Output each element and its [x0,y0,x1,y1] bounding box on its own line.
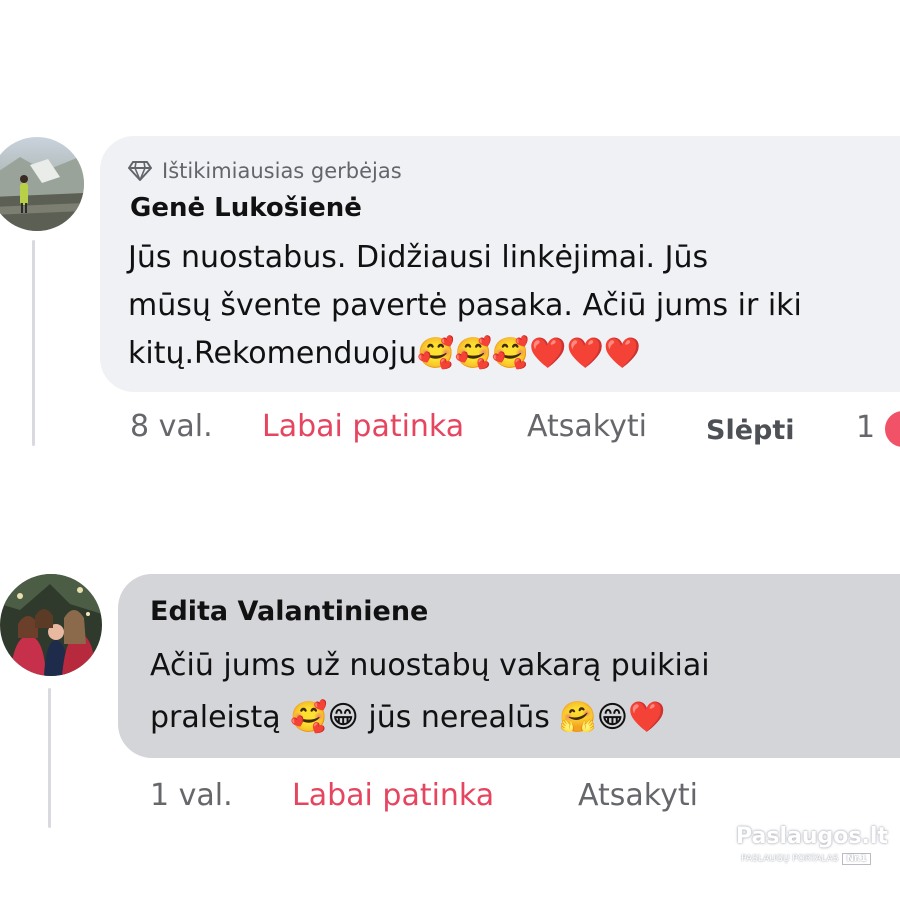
avatar[interactable] [0,574,102,676]
comment-line: mūsų švente pavertė pasaka. Ačiū jums ir… [128,288,802,323]
reply-button[interactable]: Atsakyti [527,405,647,449]
comment-author[interactable]: Genė Lukošienė [130,193,362,223]
comment-line: Jūs nuostabus. Didžiausi linkėjimai. Jūs [128,240,709,275]
comment-text: Ačiū jums už nuostabų vakarą puikiai pra… [150,640,710,744]
timestamp[interactable]: 8 val. [130,405,213,449]
comment-actions: 8 val. Labai patinka Atsakyti Slėpti [0,405,900,449]
comment-author[interactable]: Edita Valantiniene [150,596,428,627]
comments-page: Ištikimiausias gerbėjas Genė Lukošienė J… [0,0,900,900]
watermark-subtitle: PASLAUGŲ PORTALAS Nr.1 [736,853,876,865]
watermark-logo: Paslaugos.lt PASLAUGŲ PORTALAS Nr.1 [736,824,888,880]
reply-button[interactable]: Atsakyti [578,774,698,818]
like-button[interactable]: Labai patinka [292,774,494,818]
avatar[interactable] [0,137,84,231]
timestamp[interactable]: 1 val. [150,774,233,818]
watermark-rank: Nr.1 [842,853,871,865]
badge-label: Ištikimiausias gerbėjas [162,159,402,183]
comment-line: praleistą 🥰😁 jūs nerealūs 🤗😁❤️ [150,700,666,735]
comment-actions: 1 val. Labai patinka Atsakyti [0,774,900,818]
reaction-count[interactable]: 1 [856,410,875,445]
like-button[interactable]: Labai patinka [262,405,464,449]
comment-text: Jūs nuostabus. Didžiausi linkėjimai. Jūs… [128,234,802,378]
hide-button[interactable]: Slėpti [706,409,795,453]
watermark-title: Paslaugos.lt [736,824,888,849]
watermark-tagline: PASLAUGŲ PORTALAS [741,854,839,864]
comment-line: kitų.Rekomenduoju🥰🥰🥰❤️❤️❤️ [128,336,642,371]
diamond-icon [128,161,152,181]
comment-line: Ačiū jums už nuostabų vakarą puikiai [150,648,710,683]
top-fan-badge: Ištikimiausias gerbėjas [128,156,402,186]
